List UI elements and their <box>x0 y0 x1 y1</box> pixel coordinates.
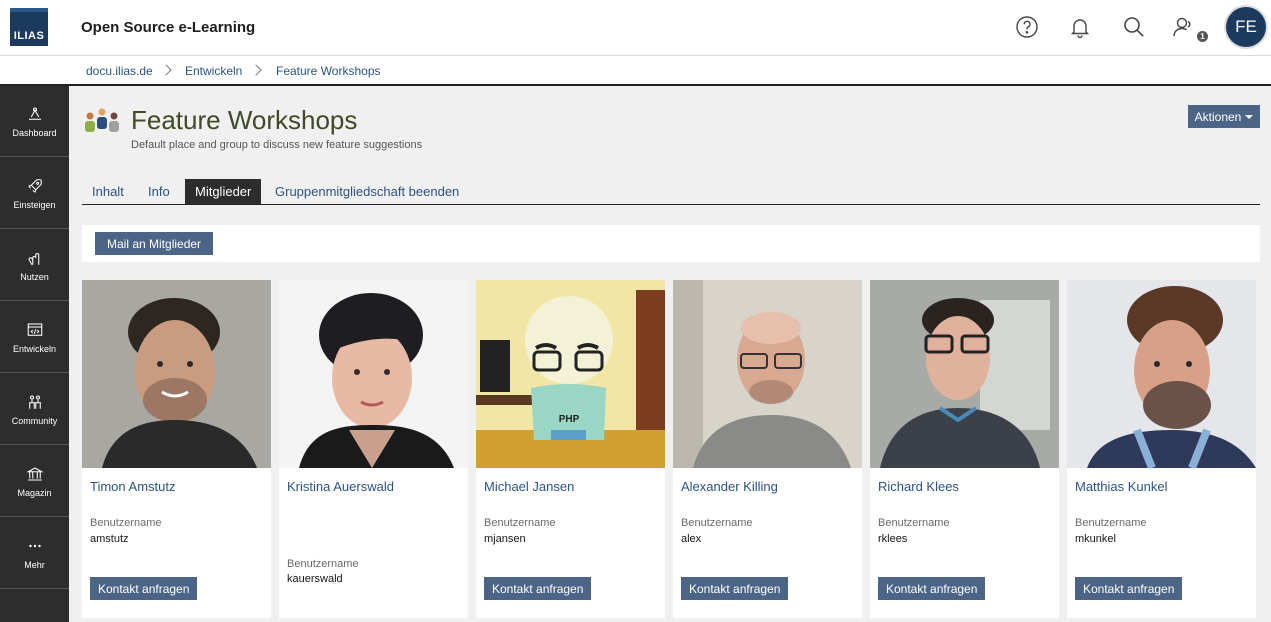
sidebar-item-label: Einsteigen <box>13 199 56 210</box>
contact-request-button[interactable]: Kontakt anfragen <box>90 577 198 600</box>
dashboard-icon <box>28 106 41 120</box>
tab-bar: Inhalt Info Mitglieder Gruppenmitgliedsc… <box>82 179 1260 205</box>
rocket-icon <box>27 178 42 193</box>
member-card: PHP Michael Jansen Benutzername mjansen … <box>476 280 665 618</box>
sidebar-item-label: Nutzen <box>20 271 49 282</box>
breadcrumb-item-feature-workshops[interactable]: Feature Workshops <box>276 64 381 78</box>
username-value: kauerswald <box>287 573 343 585</box>
sidebar-item-community[interactable]: Community <box>0 374 69 445</box>
member-name[interactable]: Richard Klees <box>878 479 959 494</box>
tab-mitglieder[interactable]: Mitglieder <box>185 179 262 204</box>
sidebar-item-dashboard[interactable]: Dashboard <box>0 86 69 157</box>
more-icon <box>28 544 41 547</box>
main-sidebar: Dashboard Einsteigen Nutzen Entwickeln C… <box>0 86 69 622</box>
sidebar-item-label: Dashboard <box>12 127 57 138</box>
caret-down-icon <box>1245 114 1254 119</box>
ilias-logo[interactable]: ILIAS <box>10 8 48 46</box>
member-card: Richard Klees Benutzername rklees Kontak… <box>870 280 1059 618</box>
breadcrumb-item-docu[interactable]: docu.ilias.de <box>86 64 153 78</box>
sidebar-item-nutzen[interactable]: Nutzen <box>0 230 69 301</box>
tab-info[interactable]: Info <box>138 179 180 204</box>
member-photo[interactable] <box>1067 280 1256 468</box>
member-name[interactable]: Kristina Auerswald <box>287 479 394 494</box>
member-card: Alexander Killing Benutzername alex Kont… <box>673 280 862 618</box>
member-name[interactable]: Alexander Killing <box>681 479 778 494</box>
user-avatar[interactable]: FE <box>1226 7 1266 47</box>
username-value: amstutz <box>90 533 129 545</box>
php-shirt-text: PHP <box>559 414 580 425</box>
member-card: Timon Amstutz Benutzername amstutz Konta… <box>82 280 271 618</box>
username-value: rklees <box>878 533 908 545</box>
contact-request-button[interactable]: Kontakt anfragen <box>484 577 592 600</box>
sidebar-item-entwickeln[interactable]: Entwickeln <box>0 302 69 373</box>
hand-icon <box>27 252 39 265</box>
sidebar-item-label: Entwickeln <box>12 343 57 354</box>
member-name[interactable]: Timon Amstutz <box>90 479 175 494</box>
member-name[interactable]: Matthias Kunkel <box>1075 479 1168 494</box>
sidebar-item-label: Mehr <box>24 559 45 570</box>
member-card: Matthias Kunkel Benutzername mkunkel Kon… <box>1067 280 1256 618</box>
username-value: mjansen <box>484 533 526 545</box>
breadcrumb: docu.ilias.de Entwickeln Feature Worksho… <box>0 56 1271 86</box>
contact-request-button[interactable]: Kontakt anfragen <box>681 577 789 600</box>
sidebar-item-magazin[interactable]: Magazin <box>0 446 69 517</box>
member-photo[interactable]: PHP <box>476 280 665 468</box>
top-bar: ILIAS Open Source e-Learning 1 FE <box>0 0 1271 56</box>
username-label: Benutzername <box>90 517 162 529</box>
member-photo[interactable] <box>82 280 271 468</box>
library-icon <box>25 466 44 481</box>
actions-label: Aktionen <box>1194 109 1242 124</box>
member-name[interactable]: Michael Jansen <box>484 479 574 494</box>
sidebar-item-label: Magazin <box>17 487 52 498</box>
tab-gruppenmitgliedschaft-beenden[interactable]: Gruppenmitgliedschaft beenden <box>265 179 469 204</box>
contacts-badge: 1 <box>1197 31 1208 42</box>
community-icon <box>28 394 41 409</box>
tab-inhalt[interactable]: Inhalt <box>82 179 134 204</box>
contact-request-button[interactable]: Kontakt anfragen <box>1075 577 1183 600</box>
username-value: alex <box>681 533 702 545</box>
sidebar-item-mehr[interactable]: Mehr <box>0 518 69 589</box>
username-label: Benutzername <box>878 517 950 529</box>
member-card: Kristina Auerswald Benutzername kauerswa… <box>279 280 468 618</box>
contact-request-button[interactable]: Kontakt anfragen <box>878 577 986 600</box>
members-toolbar: Mail an Mitglieder <box>82 225 1260 262</box>
mail-members-button[interactable]: Mail an Mitglieder <box>95 232 214 255</box>
help-icon[interactable] <box>1014 14 1040 40</box>
member-photo[interactable] <box>279 280 468 468</box>
chevron-right-icon <box>160 64 172 76</box>
search-icon[interactable] <box>1121 14 1147 40</box>
chevron-right-icon <box>250 64 262 76</box>
page-title: Feature Workshops <box>131 105 358 135</box>
sidebar-item-einsteigen[interactable]: Einsteigen <box>0 158 69 229</box>
member-photo[interactable] <box>673 280 862 468</box>
logo-text: ILIAS <box>13 30 45 42</box>
username-value: mkunkel <box>1075 533 1116 545</box>
contacts-icon[interactable] <box>1170 14 1196 40</box>
breadcrumb-item-entwickeln[interactable]: Entwickeln <box>185 64 242 78</box>
group-icon <box>85 108 119 132</box>
member-photo[interactable] <box>870 280 1059 468</box>
bell-icon[interactable] <box>1067 14 1093 40</box>
username-label: Benutzername <box>1075 517 1147 529</box>
username-label: Benutzername <box>484 517 556 529</box>
site-title[interactable]: Open Source e-Learning <box>81 19 255 36</box>
username-label: Benutzername <box>287 558 359 570</box>
actions-dropdown-button[interactable]: Aktionen <box>1188 105 1260 128</box>
sidebar-item-label: Community <box>11 415 58 426</box>
page-description: Default place and group to discuss new f… <box>131 139 423 151</box>
code-icon <box>27 322 42 336</box>
username-label: Benutzername <box>681 517 753 529</box>
